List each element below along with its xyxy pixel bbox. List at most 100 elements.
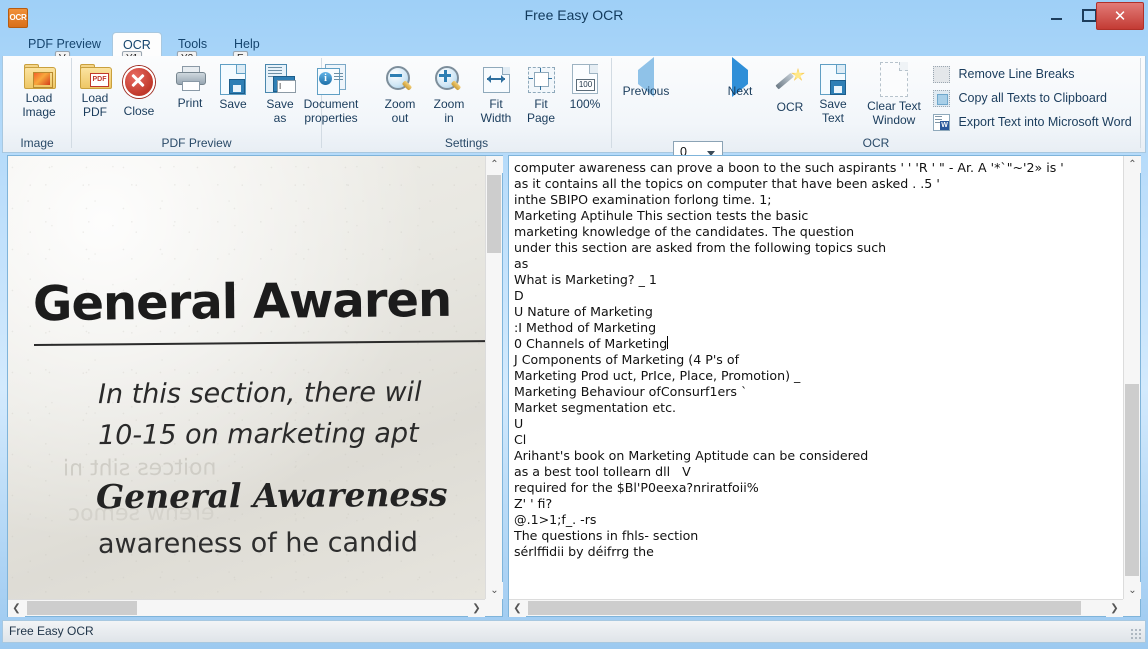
group-label-image: Image bbox=[20, 136, 54, 150]
text-scroll-corner bbox=[1123, 599, 1140, 616]
zoom-in-label-line1: Zoom bbox=[433, 97, 465, 111]
scroll-left-icon[interactable]: ❮ bbox=[509, 600, 526, 617]
image-hscroll-thumb[interactable] bbox=[27, 601, 137, 615]
fit-page-label-line2: Page bbox=[526, 111, 556, 125]
copy-all-texts-option[interactable]: Copy all Texts to Clipboard bbox=[933, 90, 1107, 107]
ocr-text-line: U Nature of Marketing bbox=[514, 304, 653, 319]
microsoft-word-icon bbox=[933, 114, 950, 131]
print-button[interactable]: Print bbox=[166, 66, 214, 110]
ocr-text-line: D bbox=[514, 288, 524, 303]
printer-icon bbox=[175, 66, 206, 92]
close-circle-icon bbox=[123, 66, 155, 98]
previous-page-button[interactable]: Previous bbox=[615, 57, 677, 98]
image-preview-pane: noitces siht ni erehw semoc General Awar… bbox=[7, 155, 503, 617]
image-vscroll-thumb[interactable] bbox=[487, 175, 501, 253]
scroll-right-icon[interactable]: ❯ bbox=[468, 600, 485, 617]
ocr-text-pane: computer awareness can prove a boon to t… bbox=[508, 155, 1141, 617]
ocr-text-line: Marketing Prod uct, PrIce, Place, Promot… bbox=[514, 368, 801, 383]
folder-pdf-icon: PDF bbox=[80, 64, 112, 89]
save-text-icon bbox=[820, 64, 846, 95]
remove-line-breaks-option[interactable]: Remove Line Breaks bbox=[933, 66, 1075, 83]
previous-label: Previous bbox=[622, 84, 670, 98]
tab-pdf-preview-label: PDF Preview bbox=[28, 37, 101, 51]
clipboard-icon bbox=[933, 90, 950, 107]
scroll-left-icon[interactable]: ❮ bbox=[8, 600, 25, 617]
zoom-100-label: 100% bbox=[569, 97, 601, 111]
text-horizontal-scrollbar[interactable]: ❮ ❯ bbox=[509, 599, 1123, 617]
save-page-icon bbox=[220, 64, 246, 95]
close-button[interactable]: ✕ bbox=[1096, 2, 1144, 30]
fit-page-button[interactable]: Fit Page bbox=[518, 66, 564, 125]
clear-text-label-line1: Clear Text bbox=[867, 99, 921, 113]
clear-text-window-button[interactable]: Clear Text Window bbox=[858, 62, 930, 127]
zoom-out-label-line2: out bbox=[391, 111, 409, 125]
zoom-100-icon: 100 bbox=[571, 64, 599, 94]
load-image-button[interactable]: Load Image bbox=[11, 64, 67, 119]
zoom-out-button[interactable]: Zoom out bbox=[375, 66, 425, 125]
fit-width-button[interactable]: Fit Width bbox=[471, 66, 521, 125]
checkbox-icon bbox=[933, 66, 950, 83]
resize-grip-icon[interactable] bbox=[1130, 628, 1142, 640]
scan-line-4: awareness of he candid bbox=[97, 527, 419, 560]
ocr-text-line: computer awareness can prove a boon to t… bbox=[514, 160, 1064, 175]
scroll-down-icon[interactable]: ⌄ bbox=[486, 582, 503, 599]
load-image-label-line2: Image bbox=[22, 105, 56, 119]
document-properties-label-line2: properties bbox=[304, 111, 358, 125]
ocr-text-line: as a best tool tollearn dll V bbox=[514, 464, 691, 479]
ocr-text-line: Marketing Aptihule This section tests th… bbox=[514, 208, 809, 223]
scroll-right-icon[interactable]: ❯ bbox=[1106, 600, 1123, 617]
ocr-text-area[interactable]: computer awareness can prove a boon to t… bbox=[509, 156, 1123, 599]
document-properties-label-line1: Document bbox=[303, 97, 359, 111]
close-document-button[interactable]: Close bbox=[115, 66, 163, 118]
main-panes: noitces siht ni erehw semoc General Awar… bbox=[2, 155, 1146, 617]
application-window: OCR Free Easy OCR ✕ PDF Preview V OCR Y1… bbox=[0, 0, 1148, 649]
ocr-text-line: Arihant's book on Marketing Aptitude can… bbox=[514, 448, 869, 463]
save-label: Save bbox=[219, 97, 247, 111]
ocr-text-line: sérlffidii by déifrrg the bbox=[514, 544, 654, 559]
group-separator bbox=[611, 58, 612, 148]
text-vscroll-thumb[interactable] bbox=[1125, 384, 1139, 576]
run-ocr-button[interactable]: OCR bbox=[768, 68, 812, 114]
tab-help-label: Help bbox=[234, 37, 260, 51]
magic-wand-icon bbox=[775, 68, 805, 96]
image-horizontal-scrollbar[interactable]: ❮ ❯ bbox=[8, 599, 485, 617]
ocr-text-line: required for the $Bl'P0eexa?nriratfoii% bbox=[514, 480, 759, 495]
save-text-button[interactable]: Save Text bbox=[811, 64, 855, 125]
zoom-in-icon bbox=[434, 66, 464, 94]
clear-text-label-line2: Window bbox=[872, 113, 916, 127]
image-canvas[interactable]: noitces siht ni erehw semoc General Awar… bbox=[8, 156, 485, 599]
next-label: Next bbox=[727, 84, 753, 98]
ocr-text-line: Z' ' fi? bbox=[514, 496, 553, 511]
scanned-document-image: noitces siht ni erehw semoc General Awar… bbox=[8, 156, 485, 599]
text-hscroll-thumb[interactable] bbox=[528, 601, 1081, 615]
run-ocr-label: OCR bbox=[776, 100, 804, 114]
zoom-out-label-line1: Zoom bbox=[384, 97, 416, 111]
scroll-up-icon[interactable]: ⌃ bbox=[486, 156, 503, 173]
text-vertical-scrollbar[interactable]: ⌃ ⌄ bbox=[1123, 156, 1141, 599]
ocr-text-line: J Components of Marketing (4 P's of bbox=[514, 352, 739, 367]
save-button[interactable]: Save bbox=[210, 64, 256, 111]
export-word-option[interactable]: Export Text into Microsoft Word bbox=[933, 114, 1132, 131]
window-title: Free Easy OCR bbox=[524, 7, 624, 23]
zoom-in-button[interactable]: Zoom in bbox=[424, 66, 474, 125]
blank-page-icon bbox=[880, 62, 908, 97]
scroll-down-icon[interactable]: ⌄ bbox=[1124, 582, 1141, 599]
ocr-text-line: as bbox=[514, 256, 529, 271]
ocr-text-line: Cl bbox=[514, 432, 527, 447]
title-bar: OCR Free Easy OCR ✕ bbox=[0, 0, 1148, 34]
next-page-button[interactable]: Next bbox=[717, 57, 763, 98]
minimize-button[interactable] bbox=[1040, 2, 1073, 28]
scan-line-3: General Awareness bbox=[95, 474, 448, 517]
fit-page-label-line1: Fit bbox=[534, 97, 548, 111]
document-properties-button[interactable]: i Document properties bbox=[291, 64, 371, 125]
zoom-100-button[interactable]: 100 100% bbox=[562, 64, 608, 111]
folder-image-icon bbox=[24, 64, 56, 89]
group-label-settings: Settings bbox=[444, 136, 489, 150]
scroll-up-icon[interactable]: ⌃ bbox=[1124, 156, 1141, 173]
ocr-text-line: inthe SBIPO examination forlong time. 1; bbox=[514, 192, 772, 207]
ocr-text-line: marketing knowledge of the candidates. T… bbox=[514, 224, 855, 239]
save-text-label-line1: Save bbox=[819, 97, 847, 111]
ocr-text-line: What is Marketing? _ 1 bbox=[514, 272, 657, 287]
image-vertical-scrollbar[interactable]: ⌃ ⌄ bbox=[485, 156, 503, 599]
fit-width-label-line2: Width bbox=[480, 111, 512, 125]
